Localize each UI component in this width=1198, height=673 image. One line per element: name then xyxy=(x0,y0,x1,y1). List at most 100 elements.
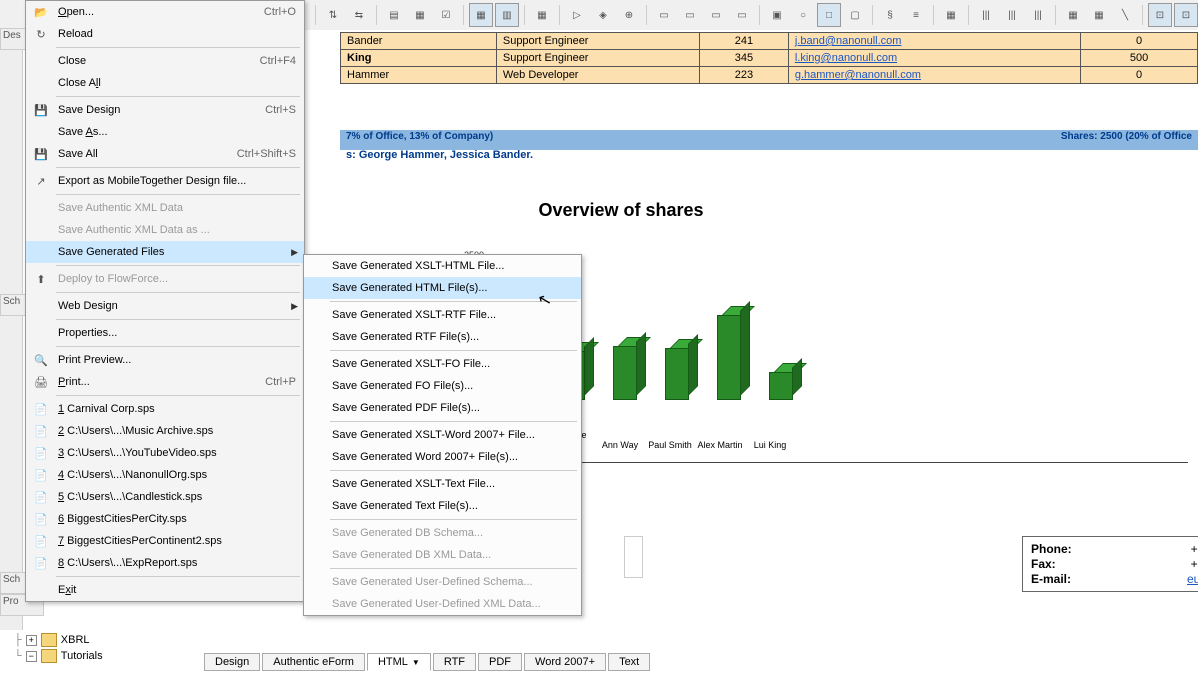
menu-save-design[interactable]: 💾Save DesignCtrl+S xyxy=(26,99,304,121)
menu-recent-3[interactable]: 📄3 C:\Users\...\YouTubeVideo.sps xyxy=(26,442,304,464)
menu-close[interactable]: CloseCtrl+F4 xyxy=(26,50,304,72)
submenu-pdf[interactable]: Save Generated PDF File(s)... xyxy=(304,397,581,419)
menu-save-xml-as: Save Authentic XML Data as ... xyxy=(26,219,304,241)
cell-role: Web Developer xyxy=(496,67,699,84)
toolbar-button[interactable]: § xyxy=(878,3,902,27)
submenu-word[interactable]: Save Generated Word 2007+ File(s)... xyxy=(304,446,581,468)
toolbar-button[interactable]: ▦ xyxy=(469,3,493,27)
menu-export-mt[interactable]: ↗Export as MobileTogether Design file... xyxy=(26,170,304,192)
toolbar-button[interactable]: ||| xyxy=(1026,3,1050,27)
tab-rtf[interactable]: RTF xyxy=(433,653,476,671)
tab-design[interactable]: Design xyxy=(204,653,260,671)
toolbar-button[interactable]: ☑ xyxy=(434,3,458,27)
submenu-xslt-fo[interactable]: Save Generated XSLT-FO File... xyxy=(304,353,581,375)
tab-eform[interactable]: Authentic eForm xyxy=(262,653,365,671)
email-label: E-mail: xyxy=(1031,572,1091,586)
toolbar-button[interactable]: □ xyxy=(817,3,841,27)
toolbar-button[interactable]: ▥ xyxy=(495,3,519,27)
menu-recent-5[interactable]: 📄5 C:\Users\...\Candlestick.sps xyxy=(26,486,304,508)
file-icon: 📄 xyxy=(32,444,50,462)
toolbar-button[interactable]: ▦ xyxy=(939,3,963,27)
submenu-ud-schema: Save Generated User-Defined Schema... xyxy=(304,571,581,593)
menu-save-all[interactable]: 💾Save AllCtrl+Shift+S xyxy=(26,143,304,165)
submenu-text[interactable]: Save Generated Text File(s)... xyxy=(304,495,581,517)
menu-print-preview[interactable]: 🔍Print Preview... xyxy=(26,349,304,371)
cell-shares: 0 xyxy=(1081,33,1198,50)
submenu-fo[interactable]: Save Generated FO File(s)... xyxy=(304,375,581,397)
toolbar-button[interactable]: ≡ xyxy=(904,3,928,27)
menu-print[interactable]: 🖨Print...Ctrl+P xyxy=(26,371,304,393)
deploy-icon: ⬆ xyxy=(32,270,50,288)
tab-word[interactable]: Word 2007+ xyxy=(524,653,606,671)
menu-recent-6[interactable]: 📄6 BiggestCitiesPerCity.sps xyxy=(26,508,304,530)
menu-recent-7[interactable]: 📄7 BiggestCitiesPerContinent2.sps xyxy=(26,530,304,552)
toolbar-button[interactable]: ⊡ xyxy=(1174,3,1198,27)
toolbar-button[interactable]: ▭ xyxy=(704,3,728,27)
menu-close-all[interactable]: Close All xyxy=(26,72,304,94)
toolbar-button[interactable]: ⊡ xyxy=(1148,3,1172,27)
dropdown-icon[interactable]: ▼ xyxy=(412,658,420,667)
cell-ext: 223 xyxy=(699,67,788,84)
toolbar-button[interactable]: ▦ xyxy=(408,3,432,27)
toolbar-button[interactable]: ▦ xyxy=(530,3,554,27)
toolbar-button[interactable]: ▦ xyxy=(1061,3,1085,27)
collapse-icon[interactable]: − xyxy=(26,651,37,662)
submenu-rtf[interactable]: Save Generated RTF File(s)... xyxy=(304,326,581,348)
toolbar-button[interactable]: ▦ xyxy=(1087,3,1111,27)
toolbar-split-icon[interactable]: ⇆ xyxy=(347,3,371,27)
menu-save-as[interactable]: Save As... xyxy=(26,121,304,143)
cell-ext: 345 xyxy=(699,50,788,67)
table-row: King Support Engineer 345 l.king@nanonul… xyxy=(341,50,1198,67)
menu-save-generated[interactable]: Save Generated Files▶ xyxy=(26,241,304,263)
file-icon: 📄 xyxy=(32,422,50,440)
export-icon: ↗ xyxy=(32,172,50,190)
chart-xlabel: Alex Martin xyxy=(695,440,745,450)
menu-properties[interactable]: Properties... xyxy=(26,322,304,344)
email-link[interactable]: g.hammer@nanonull.com xyxy=(795,69,921,81)
toolbar-button[interactable]: ▤ xyxy=(382,3,406,27)
menu-recent-2[interactable]: 📄2 C:\Users\...\Music Archive.sps xyxy=(26,420,304,442)
toolbar-split-icon[interactable]: ⇅ xyxy=(321,3,345,27)
expand-icon[interactable]: + xyxy=(26,635,37,646)
tab-pdf[interactable]: PDF xyxy=(478,653,522,671)
submenu-xslt-html[interactable]: Save Generated XSLT-HTML File... xyxy=(304,255,581,277)
submenu-arrow-icon: ▶ xyxy=(291,247,298,258)
tree-item-xbrl[interactable]: ├+XBRL xyxy=(14,632,103,648)
toolbar-button[interactable]: ▭ xyxy=(678,3,702,27)
menu-recent-1[interactable]: 📄1 Carnival Corp.sps xyxy=(26,398,304,420)
tab-html[interactable]: HTML▼ xyxy=(367,653,431,671)
file-icon: 📄 xyxy=(32,488,50,506)
toolbar-button[interactable]: ▣ xyxy=(765,3,789,27)
toolbar-button[interactable]: ◈ xyxy=(591,3,615,27)
menu-exit[interactable]: Exit xyxy=(26,579,304,601)
menu-recent-8[interactable]: 📄8 C:\Users\...\ExpReport.sps xyxy=(26,552,304,574)
toolbar-button[interactable]: ○ xyxy=(791,3,815,27)
toolbar-button[interactable]: ▭ xyxy=(730,3,754,27)
toolbar-button[interactable]: ▷ xyxy=(565,3,589,27)
toolbar-button[interactable]: ⊕ xyxy=(617,3,641,27)
tree-item-tutorials[interactable]: └−Tutorials xyxy=(14,648,103,664)
email-link[interactable]: l.king@nanonull.com xyxy=(795,52,897,64)
submenu-xslt-text[interactable]: Save Generated XSLT-Text File... xyxy=(304,473,581,495)
submenu-xslt-word[interactable]: Save Generated XSLT-Word 2007+ File... xyxy=(304,424,581,446)
menu-open[interactable]: 📂Open...Ctrl+O xyxy=(26,1,304,23)
menu-recent-4[interactable]: 📄4 C:\Users\...\NanonullOrg.sps xyxy=(26,464,304,486)
toolbar-button[interactable]: ▭ xyxy=(652,3,676,27)
file-icon: 📄 xyxy=(32,400,50,418)
table-row: Bander Support Engineer 241 j.band@nanon… xyxy=(341,33,1198,50)
tab-text[interactable]: Text xyxy=(608,653,650,671)
email-link[interactable]: j.band@nanonull.com xyxy=(795,35,902,47)
toolbar-button[interactable]: ||| xyxy=(1000,3,1024,27)
email-link[interactable]: euoffice@ xyxy=(1187,572,1198,586)
save-all-icon: 💾 xyxy=(32,145,50,163)
menu-reload[interactable]: ↻Reload xyxy=(26,23,304,45)
toolbar-button[interactable]: ╲ xyxy=(1113,3,1137,27)
chart-bar xyxy=(769,372,793,400)
summary-bar: 7% of Office, 13% of Company) Shares: 25… xyxy=(340,130,1198,150)
project-tree: ├+XBRL └−Tutorials xyxy=(14,632,103,664)
menu-web-design[interactable]: Web Design▶ xyxy=(26,295,304,317)
toolbar-button[interactable]: ||| xyxy=(974,3,998,27)
cell-ext: 241 xyxy=(699,33,788,50)
toolbar-button[interactable]: ▢ xyxy=(843,3,867,27)
summary-line2: s: George Hammer, Jessica Bander. xyxy=(340,149,1198,165)
